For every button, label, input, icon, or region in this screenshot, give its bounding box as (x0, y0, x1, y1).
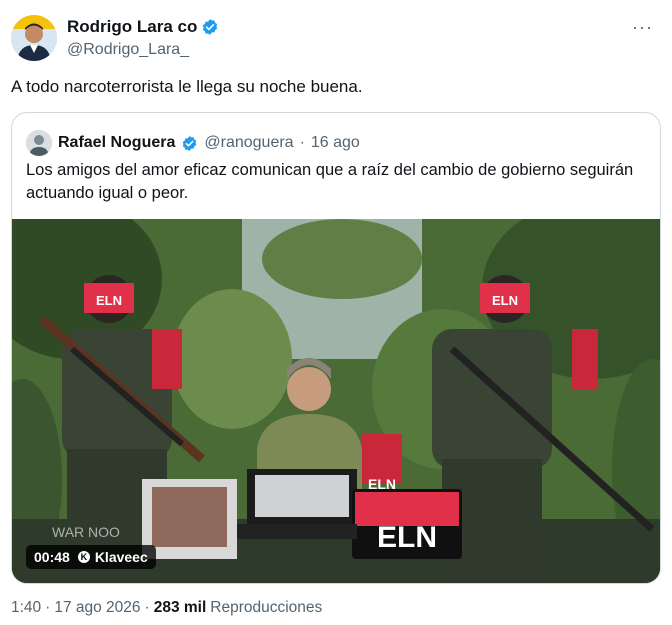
quoted-author-handle: @ranoguera (204, 134, 294, 151)
mask-text-left: ELN (96, 293, 122, 308)
quoted-tweet[interactable]: Rafael Noguera @ranoguera · 16 ago Los a… (11, 112, 661, 584)
verified-badge-icon (183, 135, 197, 151)
source-logo-icon: K (77, 551, 90, 563)
tweet-meta: 1:40 · 17 ago 2026 · 283 mil Reproduccio… (11, 599, 322, 617)
avatar-image (11, 15, 57, 61)
verified-badge-icon (203, 19, 218, 35)
video-watermark: WAR NOO (52, 524, 120, 540)
dot-separator: · (299, 134, 305, 151)
banner-text: ELN (377, 521, 437, 554)
tweet-date[interactable]: 17 ago 2026 (54, 599, 140, 617)
video-info-badge: 00:48 K Klaveec (26, 545, 156, 569)
quoted-author-name: Rafael Noguera (58, 134, 176, 151)
ellipsis-icon[interactable]: ··· (632, 17, 653, 38)
avatar[interactable] (11, 15, 57, 61)
quoted-time: 16 ago (310, 134, 360, 151)
views-label: Reproducciones (210, 599, 323, 616)
author-name-row: Rodrigo Lara co (67, 17, 219, 37)
video-duration: 00:48 (34, 549, 70, 565)
quoted-tweet-header: Rafael Noguera @ranoguera · 16 ago (26, 130, 360, 156)
dot-separator: · (144, 599, 150, 616)
quoted-avatar (26, 130, 52, 156)
video-source: K Klaveec (77, 549, 148, 565)
quoted-avatar-image (26, 130, 52, 156)
author-handle[interactable]: @Rodrigo_Lara_ (67, 41, 189, 59)
author-name[interactable]: Rodrigo Lara co (67, 17, 197, 37)
video-player[interactable]: ELN ELN ELN ELN WAR NOO 00:48 K Klaveec (12, 219, 660, 583)
dot-separator: · (45, 599, 51, 616)
video-source-label: Klaveec (94, 549, 148, 565)
tweet-header: Rodrigo Lara co @Rodrigo_Lara_ ··· (11, 13, 661, 63)
tweet-time[interactable]: 1:40 (11, 599, 41, 617)
view-count: 283 mil (153, 599, 207, 616)
quoted-tweet-text: Los amigos del amor eficaz comunican que… (26, 161, 634, 202)
video-frame: ELN ELN ELN ELN WAR NOO (12, 219, 660, 583)
tweet-text: A todo narcoterrorista le llega su noche… (11, 77, 363, 96)
mask-text-right: ELN (492, 293, 518, 308)
